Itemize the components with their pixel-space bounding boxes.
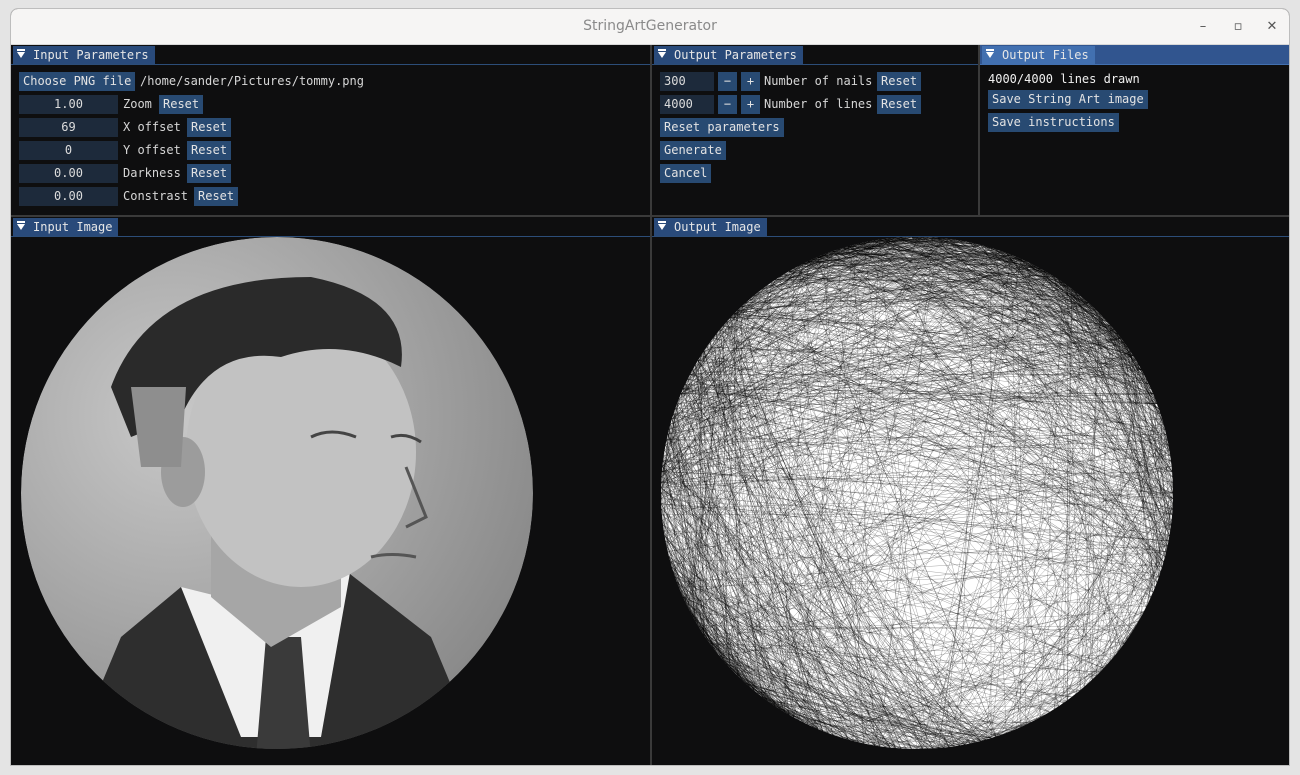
collapse-arrow-icon[interactable] — [17, 221, 25, 230]
output-image-header[interactable]: Output Image — [652, 217, 1289, 237]
file-path-text: /home/sander/Pictures/tommy.png — [140, 74, 364, 88]
input-image-title: Input Image — [33, 220, 113, 234]
input-parameters-title: Input Parameters — [33, 48, 149, 62]
title-bar: StringArtGenerator – ▫ ✕ — [11, 9, 1289, 45]
zoom-input[interactable] — [19, 95, 118, 114]
maximize-button[interactable]: ▫ — [1228, 17, 1248, 37]
input-image-canvas — [21, 237, 533, 749]
nails-input[interactable] — [660, 72, 714, 91]
y-offset-input[interactable] — [19, 141, 118, 160]
nails-reset-button[interactable]: Reset — [877, 72, 922, 91]
output-parameters-header[interactable]: Output Parameters — [652, 45, 978, 65]
save-string-art-image-button[interactable]: Save String Art image — [988, 90, 1148, 109]
x-offset-label: X offset — [123, 120, 181, 134]
choose-png-button[interactable]: Choose PNG file — [19, 72, 136, 91]
collapse-arrow-icon[interactable] — [658, 221, 666, 230]
collapse-arrow-icon[interactable] — [17, 49, 25, 58]
app-window: StringArtGenerator – ▫ ✕ Input Parameter… — [10, 8, 1290, 766]
lines-reset-button[interactable]: Reset — [877, 95, 922, 114]
minimize-button[interactable]: – — [1193, 17, 1213, 37]
collapse-arrow-icon[interactable] — [658, 49, 666, 58]
nails-increment-button[interactable]: + — [741, 72, 760, 91]
contrast-reset-button[interactable]: Reset — [194, 187, 239, 206]
window-title: StringArtGenerator — [583, 18, 717, 34]
output-files-panel: Output Files 4000/4000 lines drawn Save … — [980, 45, 1289, 215]
cancel-button[interactable]: Cancel — [660, 164, 712, 183]
input-parameters-panel: Input Parameters Choose PNG file /home/s… — [11, 45, 650, 215]
output-parameters-panel: Output Parameters − + Number of nails Re… — [652, 45, 978, 215]
output-image-panel: Output Image — [652, 217, 1289, 765]
x-offset-reset-button[interactable]: Reset — [187, 118, 232, 137]
output-parameters-title: Output Parameters — [674, 48, 797, 62]
contrast-input[interactable] — [19, 187, 118, 206]
save-instructions-button[interactable]: Save instructions — [988, 113, 1119, 132]
vertical-splitter[interactable] — [978, 45, 980, 215]
y-offset-label: Y offset — [123, 143, 181, 157]
darkness-reset-button[interactable]: Reset — [187, 164, 232, 183]
output-files-header[interactable]: Output Files — [980, 45, 1289, 65]
y-offset-reset-button[interactable]: Reset — [187, 141, 232, 160]
input-image-panel: Input Image — [11, 217, 650, 765]
lines-label: Number of lines — [764, 97, 873, 111]
lines-increment-button[interactable]: + — [741, 95, 760, 114]
zoom-reset-button[interactable]: Reset — [159, 95, 204, 114]
nails-decrement-button[interactable]: − — [718, 72, 737, 91]
string-art-canvas — [661, 237, 1173, 749]
close-button[interactable]: ✕ — [1262, 17, 1282, 37]
lines-input[interactable] — [660, 95, 714, 114]
darkness-label: Darkness — [123, 166, 181, 180]
x-offset-input[interactable] — [19, 118, 118, 137]
input-parameters-header[interactable]: Input Parameters — [11, 45, 650, 65]
reset-parameters-button[interactable]: Reset parameters — [660, 118, 784, 137]
output-files-title: Output Files — [1002, 48, 1089, 62]
input-image-header[interactable]: Input Image — [11, 217, 650, 237]
output-image-title: Output Image — [674, 220, 761, 234]
zoom-label: Zoom — [123, 97, 152, 111]
darkness-input[interactable] — [19, 164, 118, 183]
generate-button[interactable]: Generate — [660, 141, 726, 160]
contrast-label: Constrast — [123, 189, 189, 203]
nails-label: Number of nails — [764, 74, 873, 88]
collapse-arrow-icon[interactable] — [986, 49, 994, 58]
lines-decrement-button[interactable]: − — [718, 95, 737, 114]
lines-drawn-status: 4000/4000 lines drawn — [988, 72, 1140, 86]
